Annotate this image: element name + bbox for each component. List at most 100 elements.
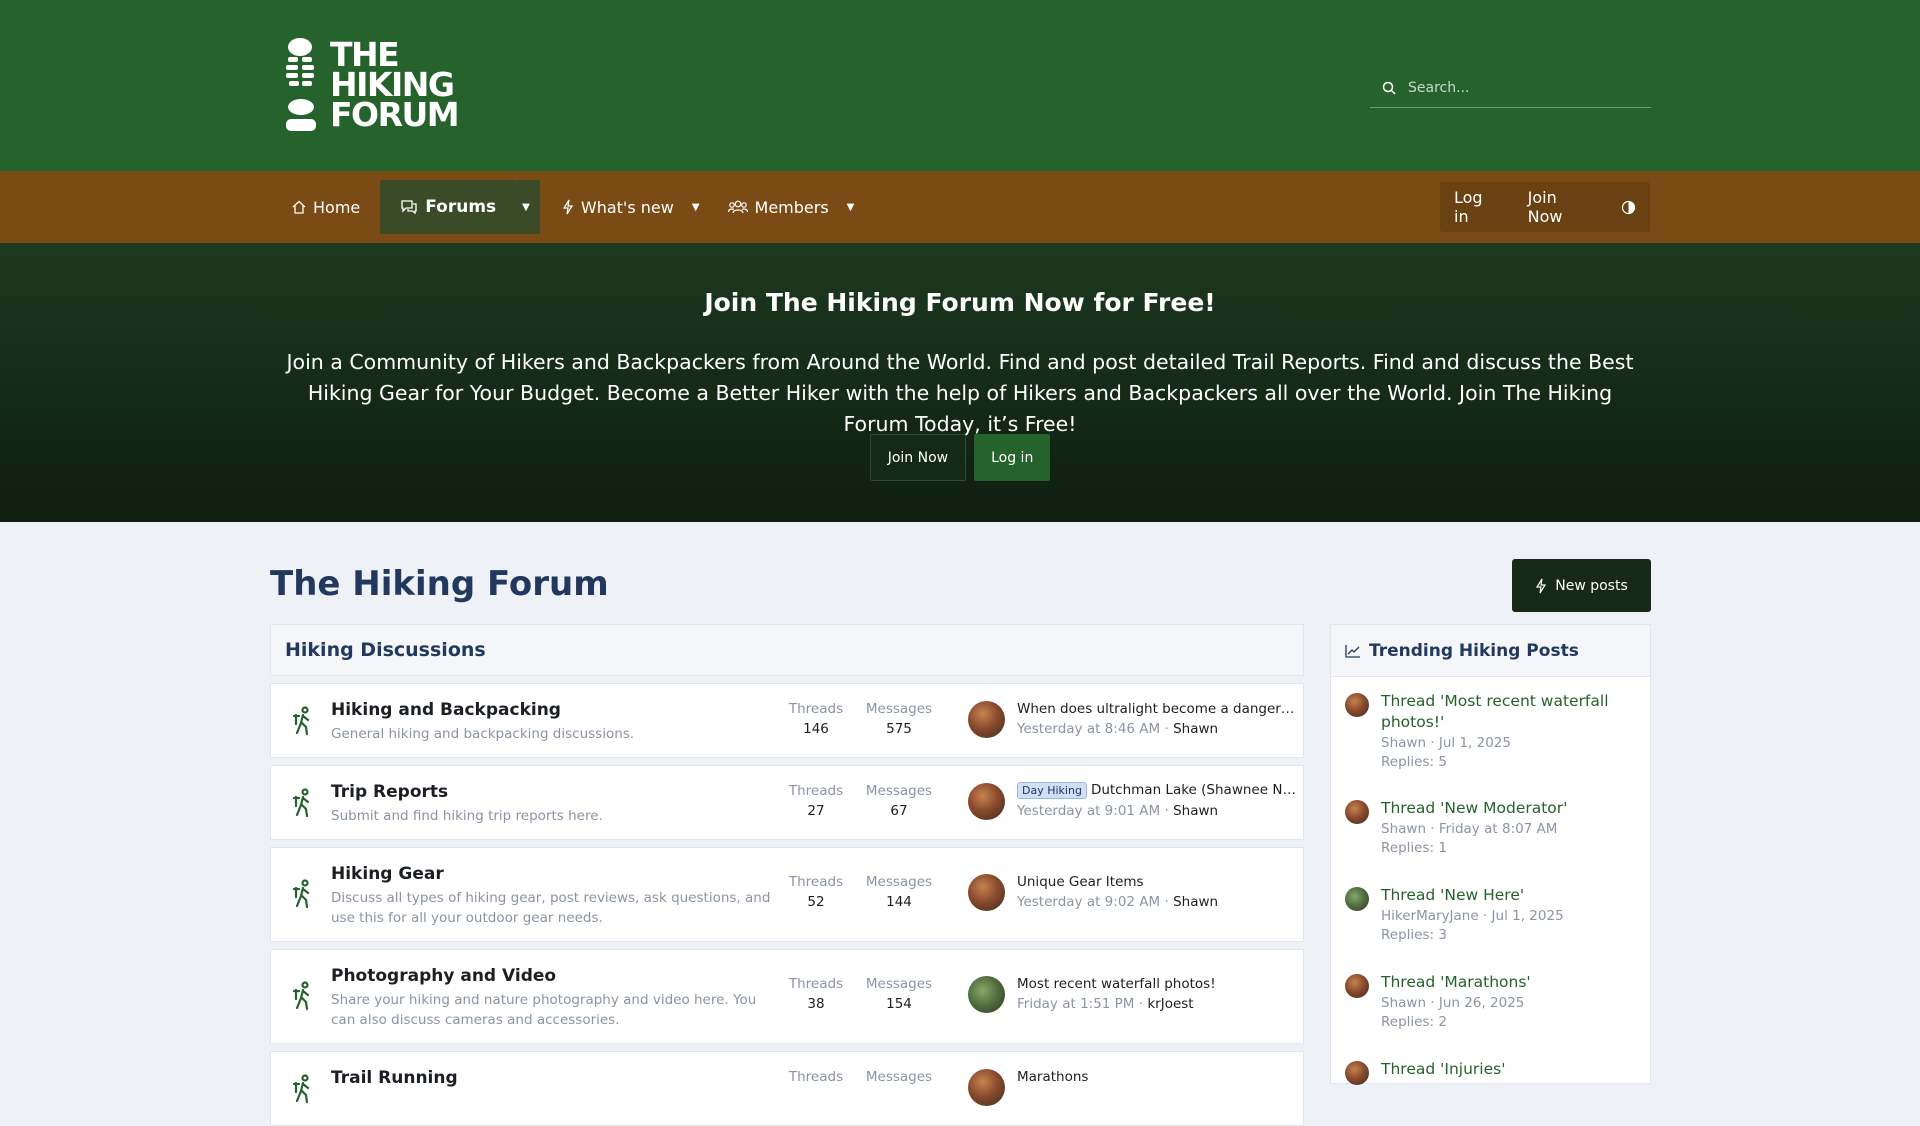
- home-icon: [292, 200, 306, 214]
- forum-title[interactable]: Trail Running: [331, 1068, 458, 1088]
- last-post-title[interactable]: Unique Gear Items: [1017, 874, 1297, 890]
- trending-item: Thread 'New Here' HikerMaryJane · Jul 1,…: [1345, 885, 1645, 943]
- trending-thread-link[interactable]: Thread 'Injuries': [1381, 1059, 1645, 1080]
- logo-text: THE HIKING FORUM: [330, 38, 460, 131]
- hiker-icon: [292, 1074, 310, 1104]
- nav-forums-label: Forums: [425, 197, 497, 217]
- messages-label: Messages: [865, 976, 933, 992]
- new-posts-label: New posts: [1555, 577, 1628, 594]
- trending-thread-link[interactable]: Thread 'New Here': [1381, 885, 1645, 906]
- last-post-date[interactable]: Friday at 1:51 PM: [1017, 996, 1134, 1012]
- login-label: Log in: [1454, 188, 1483, 226]
- messages-stat: Messages 575: [859, 701, 939, 737]
- messages-count: 67: [890, 803, 908, 819]
- category-header[interactable]: Hiking Discussions: [270, 624, 1304, 676]
- theme-toggle-button[interactable]: [1607, 182, 1650, 232]
- forum-node: Hiking Gear Discuss all types of hiking …: [270, 847, 1304, 942]
- avatar[interactable]: [968, 701, 1005, 738]
- forum-category: Hiking Discussions Hiking and Backpackin…: [270, 624, 1304, 1126]
- hiker-icon: [292, 706, 310, 736]
- nav-home[interactable]: Home: [280, 180, 372, 234]
- messages-stat: Messages 67: [859, 783, 939, 819]
- last-post-user[interactable]: Shawn: [1173, 894, 1218, 910]
- banner-join-label: Join Now: [887, 449, 949, 466]
- chat-bubbles-icon: [401, 200, 417, 215]
- last-post-user[interactable]: Shawn: [1173, 803, 1218, 819]
- forum-title[interactable]: Hiking Gear: [331, 864, 444, 884]
- banner-login-label: Log in: [991, 449, 1034, 466]
- banner-buttons: Join Now Log in: [0, 434, 1920, 481]
- trending-user[interactable]: HikerMaryJane: [1381, 908, 1479, 924]
- last-post-date[interactable]: Yesterday at 9:01 AM: [1017, 803, 1160, 819]
- trending-date[interactable]: Friday at 8:07 AM: [1439, 821, 1558, 837]
- trending-date[interactable]: Jul 1, 2025: [1492, 908, 1564, 924]
- avatar[interactable]: [968, 783, 1005, 820]
- banner-join-button[interactable]: Join Now: [869, 434, 967, 481]
- search-input[interactable]: [1408, 79, 1628, 96]
- members-dropdown-icon[interactable]: ▼: [841, 180, 865, 234]
- forums-dropdown-icon[interactable]: ▼: [516, 180, 540, 234]
- threads-label: Threads: [788, 701, 844, 717]
- last-post-user[interactable]: krJoest: [1147, 996, 1193, 1012]
- trending-chart-icon: [1345, 644, 1360, 658]
- trending-item: Thread 'Marathons' Shawn · Jun 26, 2025 …: [1345, 972, 1645, 1030]
- search-box[interactable]: [1370, 68, 1651, 108]
- trending-thread-link[interactable]: Thread 'New Moderator': [1381, 798, 1645, 819]
- last-post-title[interactable]: Day Hiking Dutchman Lake (Shawnee Na…: [1017, 782, 1297, 799]
- last-post-title[interactable]: Most recent waterfall photos!: [1017, 976, 1297, 992]
- avatar[interactable]: [968, 874, 1005, 911]
- threads-count: 38: [807, 996, 825, 1012]
- last-post-meta: Friday at 1:51 PM · krJoest: [1017, 996, 1194, 1012]
- nav-members[interactable]: Members: [716, 180, 841, 234]
- sidebar-title: Trending Hiking Posts: [1369, 640, 1579, 661]
- trending-user[interactable]: Shawn: [1381, 995, 1426, 1011]
- forum-title[interactable]: Photography and Video: [331, 966, 556, 986]
- forum-node: Trail Running Threads Messages Marathons: [270, 1051, 1304, 1126]
- trending-date[interactable]: Jul 1, 2025: [1439, 735, 1511, 751]
- last-post-title[interactable]: Marathons: [1017, 1069, 1297, 1085]
- trending-user[interactable]: Shawn: [1381, 821, 1426, 837]
- nav-whats-new[interactable]: What's new: [550, 180, 686, 234]
- thread-prefix-badge[interactable]: Day Hiking: [1017, 782, 1087, 799]
- forum-description: Discuss all types of hiking gear, post r…: [331, 890, 771, 926]
- avatar[interactable]: [1345, 1061, 1369, 1085]
- forum-title[interactable]: Trip Reports: [331, 782, 448, 802]
- forum-description: Share your hiking and nature photography…: [331, 992, 757, 1028]
- trending-meta: Shawn · Friday at 8:07 AM: [1381, 821, 1558, 837]
- trending-thread-link[interactable]: Thread 'Most recent waterfall photos!': [1381, 691, 1645, 733]
- sidebar-header: Trending Hiking Posts: [1331, 625, 1650, 677]
- messages-label: Messages: [865, 1069, 933, 1085]
- last-post-date[interactable]: Yesterday at 9:02 AM: [1017, 894, 1160, 910]
- new-posts-button[interactable]: New posts: [1512, 559, 1651, 612]
- last-post-title[interactable]: When does ultralight become a danger…: [1017, 701, 1297, 717]
- join-link[interactable]: Join Now: [1514, 182, 1607, 232]
- hiker-icon: [292, 981, 310, 1011]
- avatar[interactable]: [1345, 887, 1369, 911]
- threads-label: Threads: [788, 976, 844, 992]
- threads-count: 27: [807, 803, 825, 819]
- banner-login-button[interactable]: Log in: [974, 434, 1051, 481]
- forum-title[interactable]: Hiking and Backpacking: [331, 700, 561, 720]
- whats-new-dropdown-icon[interactable]: ▼: [686, 180, 710, 234]
- nav-forums[interactable]: Forums: [380, 180, 517, 234]
- threads-count: 52: [807, 894, 825, 910]
- trending-date[interactable]: Jun 26, 2025: [1439, 995, 1525, 1011]
- avatar[interactable]: [968, 1069, 1005, 1106]
- login-link[interactable]: Log in: [1440, 182, 1514, 232]
- trending-user[interactable]: Shawn: [1381, 735, 1426, 751]
- boot-print-icon: [286, 38, 316, 131]
- avatar[interactable]: [1345, 693, 1369, 717]
- avatar[interactable]: [1345, 974, 1369, 998]
- trending-sidebar: Trending Hiking Posts Thread 'Most recen…: [1330, 624, 1651, 1085]
- avatar[interactable]: [968, 976, 1005, 1013]
- avatar[interactable]: [1345, 800, 1369, 824]
- last-post-date[interactable]: Yesterday at 8:46 AM: [1017, 721, 1160, 737]
- site-header: THE HIKING FORUM: [0, 0, 1920, 171]
- trending-replies: Replies: 5: [1381, 754, 1447, 770]
- site-logo[interactable]: THE HIKING FORUM: [280, 37, 460, 133]
- forum-description: General hiking and backpacking discussio…: [331, 726, 635, 742]
- trending-thread-link[interactable]: Thread 'Marathons': [1381, 972, 1645, 993]
- last-post-user[interactable]: Shawn: [1173, 721, 1218, 737]
- last-post-title-text: Dutchman Lake (Shawnee Na…: [1090, 782, 1297, 798]
- bolt-icon: [562, 199, 573, 215]
